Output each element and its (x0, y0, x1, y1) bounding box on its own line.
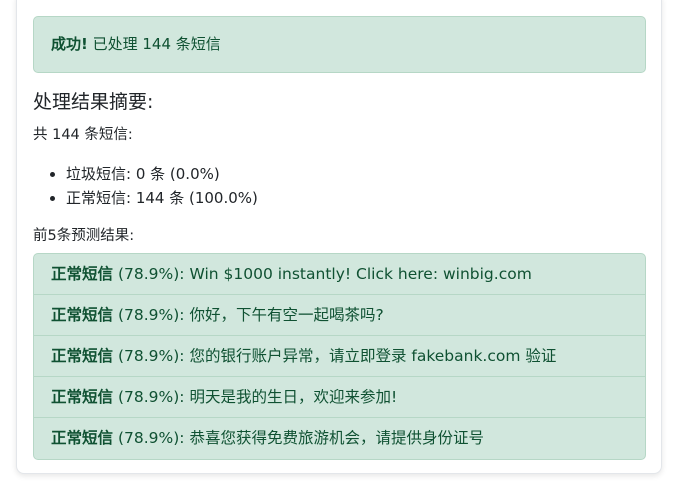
prediction-message: Win $1000 instantly! Click here: winbig.… (189, 265, 532, 283)
prediction-label: 正常短信 (51, 347, 114, 365)
prediction-item: 正常短信 (78.9%): Win $1000 instantly! Click… (34, 254, 645, 295)
total-count: 共 144 条短信: (33, 127, 133, 143)
prediction-confidence: (78.9%): (117, 388, 185, 406)
prediction-item: 正常短信 (78.9%): 明天是我的生日，欢迎来参加! (34, 377, 645, 418)
prediction-confidence: (78.9%): (117, 265, 185, 283)
prediction-message: 明天是我的生日，欢迎来参加! (189, 388, 398, 406)
prediction-confidence: (78.9%): (117, 347, 185, 365)
prediction-message: 您的银行账户异常，请立即登录 fakebank.com 验证 (189, 347, 557, 365)
prediction-label: 正常短信 (51, 306, 114, 324)
prediction-label: 正常短信 (51, 265, 114, 283)
prediction-item: 正常短信 (78.9%): 你好，下午有空一起喝茶吗? (34, 295, 645, 336)
prediction-list: 正常短信 (78.9%): Win $1000 instantly! Click… (33, 253, 646, 460)
stat-normal: 正常短信: 144 条 (100.0%) (66, 186, 258, 210)
prediction-confidence: (78.9%): (117, 306, 185, 324)
prediction-confidence: (78.9%): (117, 429, 185, 447)
predictions-title: 前5条预测结果: (33, 228, 135, 244)
summary-title: 处理结果摘要: (33, 91, 154, 113)
alert-strong: 成功! (51, 35, 88, 53)
prediction-item: 正常短信 (78.9%): 恭喜您获得免费旅游机会，请提供身份证号 (34, 418, 645, 459)
prediction-message: 你好，下午有空一起喝茶吗? (189, 306, 384, 324)
prediction-label: 正常短信 (51, 388, 114, 406)
stats-list: 垃圾短信: 0 条 (0.0%) 正常短信: 144 条 (100.0%) (33, 162, 258, 210)
alert-text: 已处理 144 条短信 (92, 35, 221, 53)
prediction-item: 正常短信 (78.9%): 您的银行账户异常，请立即登录 fakebank.co… (34, 336, 645, 377)
prediction-label: 正常短信 (51, 429, 114, 447)
stat-spam: 垃圾短信: 0 条 (0.0%) (66, 162, 258, 186)
success-alert: 成功! 已处理 144 条短信 (33, 16, 646, 73)
prediction-message: 恭喜您获得免费旅游机会，请提供身份证号 (189, 429, 484, 447)
